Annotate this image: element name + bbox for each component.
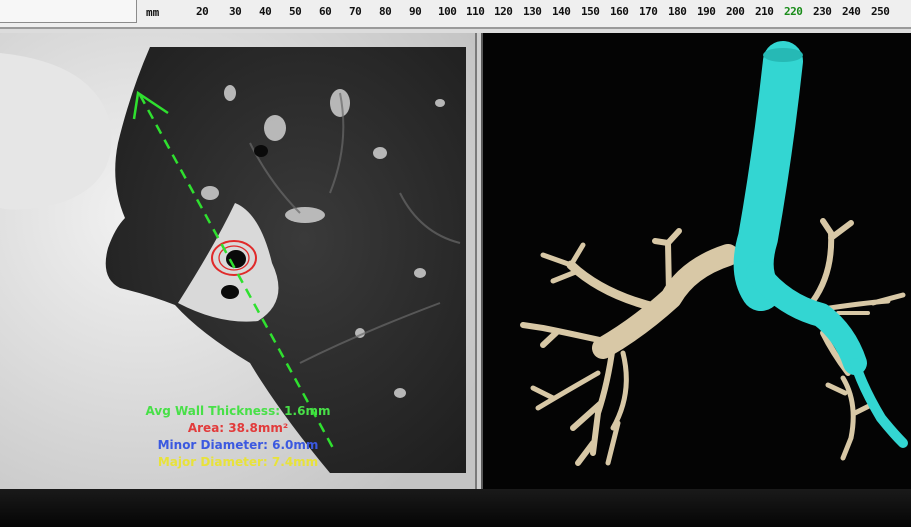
ruler-unit-label: mm: [146, 6, 160, 19]
area-label: Area: 38.8mm²: [187, 421, 289, 435]
viewer-area: Avg Wall Thickness: 1.6mm Area: 38.8mm² …: [0, 33, 911, 489]
ruler-tick-label: 240: [842, 5, 861, 18]
ruler-tick-label: 220: [784, 5, 803, 18]
ruler-tick-label: 50: [289, 5, 302, 18]
ruler-tick-label: 120: [494, 5, 513, 18]
ruler-corner-box: [0, 0, 137, 23]
ruler-bar: mm 20 30 40 50 60 70 80 90 100 110 120 130 140 150 160…: [0, 0, 911, 29]
measurement-readout: Avg Wall Thickness: 1.6mm Area: 38.8mm² …: [118, 403, 358, 471]
avg-wall-thickness-label: Avg Wall Thickness: 1.6mm: [145, 404, 331, 418]
ruler-tick-label: 200: [726, 5, 745, 18]
ct-slice-viewport[interactable]: Avg Wall Thickness: 1.6mm Area: 38.8mm² …: [0, 33, 477, 489]
ruler-tick-label: 250: [871, 5, 890, 18]
ruler-tick-label: 190: [697, 5, 716, 18]
ruler-tick-label: 170: [639, 5, 658, 18]
ruler-ticks: 20 30 40 50 60 70 80 90 100 110 120 130 140 150 160 170…: [196, 0, 911, 27]
ruler-tick-label: 210: [755, 5, 774, 18]
ruler-tick-label: 20: [196, 5, 209, 18]
ruler-tick-label: 90: [409, 5, 422, 18]
ruler-tick-label: 80: [379, 5, 392, 18]
ruler-tick-label: 180: [668, 5, 687, 18]
ruler-tick-label: 130: [523, 5, 542, 18]
ruler-tick-label: 100: [438, 5, 457, 18]
airway-3d-viewport[interactable]: [481, 33, 911, 489]
ruler-tick-label: 230: [813, 5, 832, 18]
ruler-tick-label: 140: [552, 5, 571, 18]
airway-3d-render: [520, 41, 908, 466]
ruler-tick-label: 110: [466, 5, 485, 18]
ruler-tick-label: 70: [349, 5, 362, 18]
major-diameter-label: Major Diameter: 7.4mm: [157, 455, 319, 469]
monitor-bezel: [0, 489, 911, 527]
ruler-tick-label: 160: [610, 5, 629, 18]
airway-lumen: [226, 250, 246, 268]
airway-tree: [520, 228, 739, 466]
ruler-tick-label: 60: [319, 5, 332, 18]
ruler-tick-label: 150: [581, 5, 600, 18]
screen: mm 20 30 40 50 60 70 80 90 100 110 120 130 140 150 160…: [0, 0, 911, 527]
ruler-tick-label: 30: [229, 5, 242, 18]
minor-diameter-label: Minor Diameter: 6.0mm: [157, 438, 319, 452]
ruler-tick-label: 40: [259, 5, 272, 18]
